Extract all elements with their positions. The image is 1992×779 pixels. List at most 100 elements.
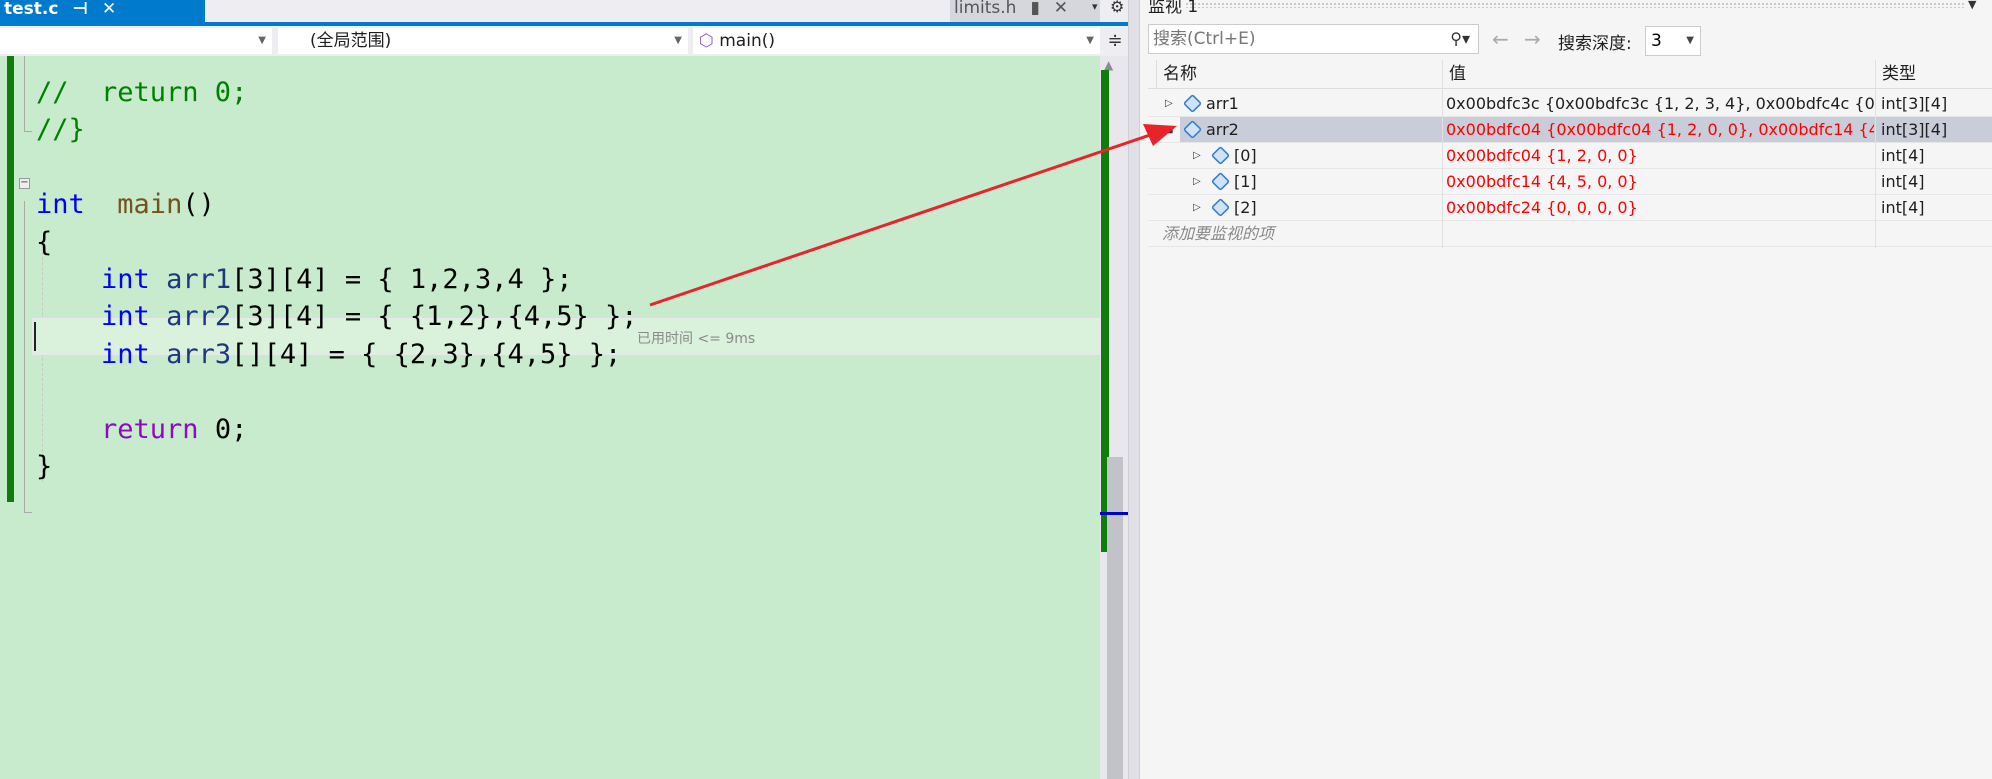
expand-arrow-icon[interactable]: ▷ [1193,143,1201,168]
code-editor[interactable]: − // return 0;//} int main(){ int arr1[3]… [0,56,1100,779]
code-line[interactable]: { [36,224,52,261]
tab-test-c[interactable]: test.c ⊣ ✕ [0,0,205,22]
expand-arrow-icon[interactable]: ▷ [1165,91,1173,116]
fold-line [24,201,32,513]
code-token: // return 0; [36,77,248,108]
tab-label: test.c [4,0,59,19]
watch-row[interactable]: ▷ arr1 0x00bdfc3c {0x00bdfc3c {1, 2, 3, 4}… [1148,91,1992,117]
fold-line [24,56,32,132]
function-cube-icon: ⬡ [699,31,720,51]
code-line[interactable]: int arr2[3][4] = { {1,2},{4,5} }; [36,298,638,335]
code-token: return [101,413,199,445]
project-dropdown[interactable]: ▼ [0,28,272,54]
search-depth-label: 搜索深度: [1558,34,1632,54]
scrollbar-caret-marker [1100,512,1128,515]
code-token: arr2 [166,301,232,333]
code-token: 0; [198,413,248,445]
code-token: [3][4] = { {1,2},{4,5} }; [231,301,638,333]
watch-name: [1] [1234,172,1257,191]
code-token: arr1 [166,264,232,295]
expand-arrow-icon[interactable]: ▷ [1193,169,1201,194]
column-name[interactable]: 名称 [1156,60,1444,89]
watch-value[interactable]: 0x00bdfc14 {4, 5, 0, 0} [1444,169,1874,194]
pane-splitter[interactable] [1128,0,1140,779]
variable-object-icon [1210,171,1231,192]
scope-dropdown[interactable]: (全局范围) ▼ [278,28,688,54]
watch-header: 名称 值 类型 [1148,60,1992,89]
expand-arrow-icon[interactable]: ▷ [1193,195,1201,220]
split-editor-icon[interactable]: ≑ [1104,26,1126,56]
column-divider [1875,60,1876,248]
chevron-down-icon: ▼ [258,35,266,46]
scrollbar-thumb[interactable] [1107,457,1123,779]
watch-value[interactable]: 0x00bdfc04 {1, 2, 0, 0} [1444,143,1874,168]
function-label: main() [719,31,775,51]
search-icon[interactable]: ⚲▾ [1450,25,1470,53]
tab-overflow-icon[interactable]: ▾ [1092,0,1098,13]
watch-type: int[4] [1881,198,1925,217]
chevron-down-icon: ▼ [1086,35,1094,46]
scope-label: (全局范围) [310,31,392,51]
elapsed-time-hint: 已用时间 <= 9ms [637,331,756,347]
code-token: () [182,189,215,221]
watch-name: arr2 [1206,120,1239,139]
code-line[interactable]: // return 0; [36,74,247,111]
code-token: main [117,189,183,221]
watch-name: [2] [1234,198,1257,217]
add-watch-placeholder[interactable]: 添加要监视的项 [1162,221,1274,246]
code-token: int [101,301,150,333]
tab-limits-h[interactable]: limits.h ▮ ✕ [950,0,1100,22]
code-token: } [36,451,53,482]
code-line[interactable]: } [36,448,52,485]
code-token: int [101,264,150,295]
variable-object-icon [1182,93,1203,114]
code-line[interactable]: //} [36,111,85,148]
watch-row[interactable]: ◢ arr2 0x00bdfc04 {0x00bdfc04 {1, 2, 0, 0}… [1148,117,1992,143]
collapse-arrow-icon[interactable]: ◢ [1165,117,1173,142]
title-grip[interactable] [1185,2,1965,8]
watch-type: int[3][4] [1881,94,1948,113]
pin-icon[interactable]: ⊣ [72,0,88,19]
pin-icon[interactable]: ▮ [1030,0,1039,18]
column-value[interactable]: 值 [1442,60,1877,89]
window-menu-icon[interactable]: ▼ [1968,0,1976,11]
variable-object-icon [1210,145,1231,166]
collapse-icon[interactable]: − [19,178,30,189]
code-line[interactable]: return 0; [36,411,247,448]
watch-row[interactable]: ▷ [2] 0x00bdfc24 {0, 0, 0, 0} int[4] [1148,195,1992,221]
code-line[interactable]: int main() [36,186,215,223]
code-token: //} [36,114,85,146]
watch-type: int[3][4] [1881,120,1948,139]
column-type[interactable]: 类型 [1875,60,1992,89]
back-arrow-icon[interactable]: ← [1492,27,1509,51]
change-margin [7,56,14,502]
code-token: { [36,226,53,258]
watch-value[interactable]: 0x00bdfc3c {0x00bdfc3c {1, 2, 3, 4}, 0x0… [1444,91,1874,116]
search-depth-dropdown[interactable]: 3 ▼ [1645,26,1701,56]
tab-label: limits.h [954,0,1017,18]
watch-row[interactable]: ▷ [0] 0x00bdfc04 {1, 2, 0, 0} int[4] [1148,143,1992,169]
watch-value[interactable]: 0x00bdfc24 {0, 0, 0, 0} [1444,195,1874,220]
add-watch-row[interactable]: 添加要监视的项 [1148,221,1992,247]
watch-value[interactable]: 0x00bdfc04 {0x00bdfc04 {1, 2, 0, 0}, 0x0… [1444,117,1874,142]
close-icon[interactable]: ✕ [1054,0,1068,18]
forward-arrow-icon[interactable]: → [1524,27,1541,51]
close-icon[interactable]: ✕ [102,0,116,19]
watch-row[interactable]: ▷ [1] 0x00bdfc14 {4, 5, 0, 0} int[4] [1148,169,1992,195]
code-line[interactable]: int arr1[3][4] = { 1,2,3,4 }; [36,261,572,298]
chevron-down-icon: ▼ [674,35,682,46]
watch-name: [0] [1234,146,1257,165]
watch-search-input[interactable]: 搜索(Ctrl+E) ⚲▾ [1148,24,1479,54]
function-dropdown[interactable]: ⬡ main() ▼ [693,28,1100,54]
gear-icon[interactable]: ⚙ [1110,0,1124,16]
variable-object-icon [1210,197,1231,218]
code-line[interactable]: int arr3[][4] = { {2,3},{4,5} }; [36,336,621,373]
watch-name: arr1 [1206,94,1239,113]
